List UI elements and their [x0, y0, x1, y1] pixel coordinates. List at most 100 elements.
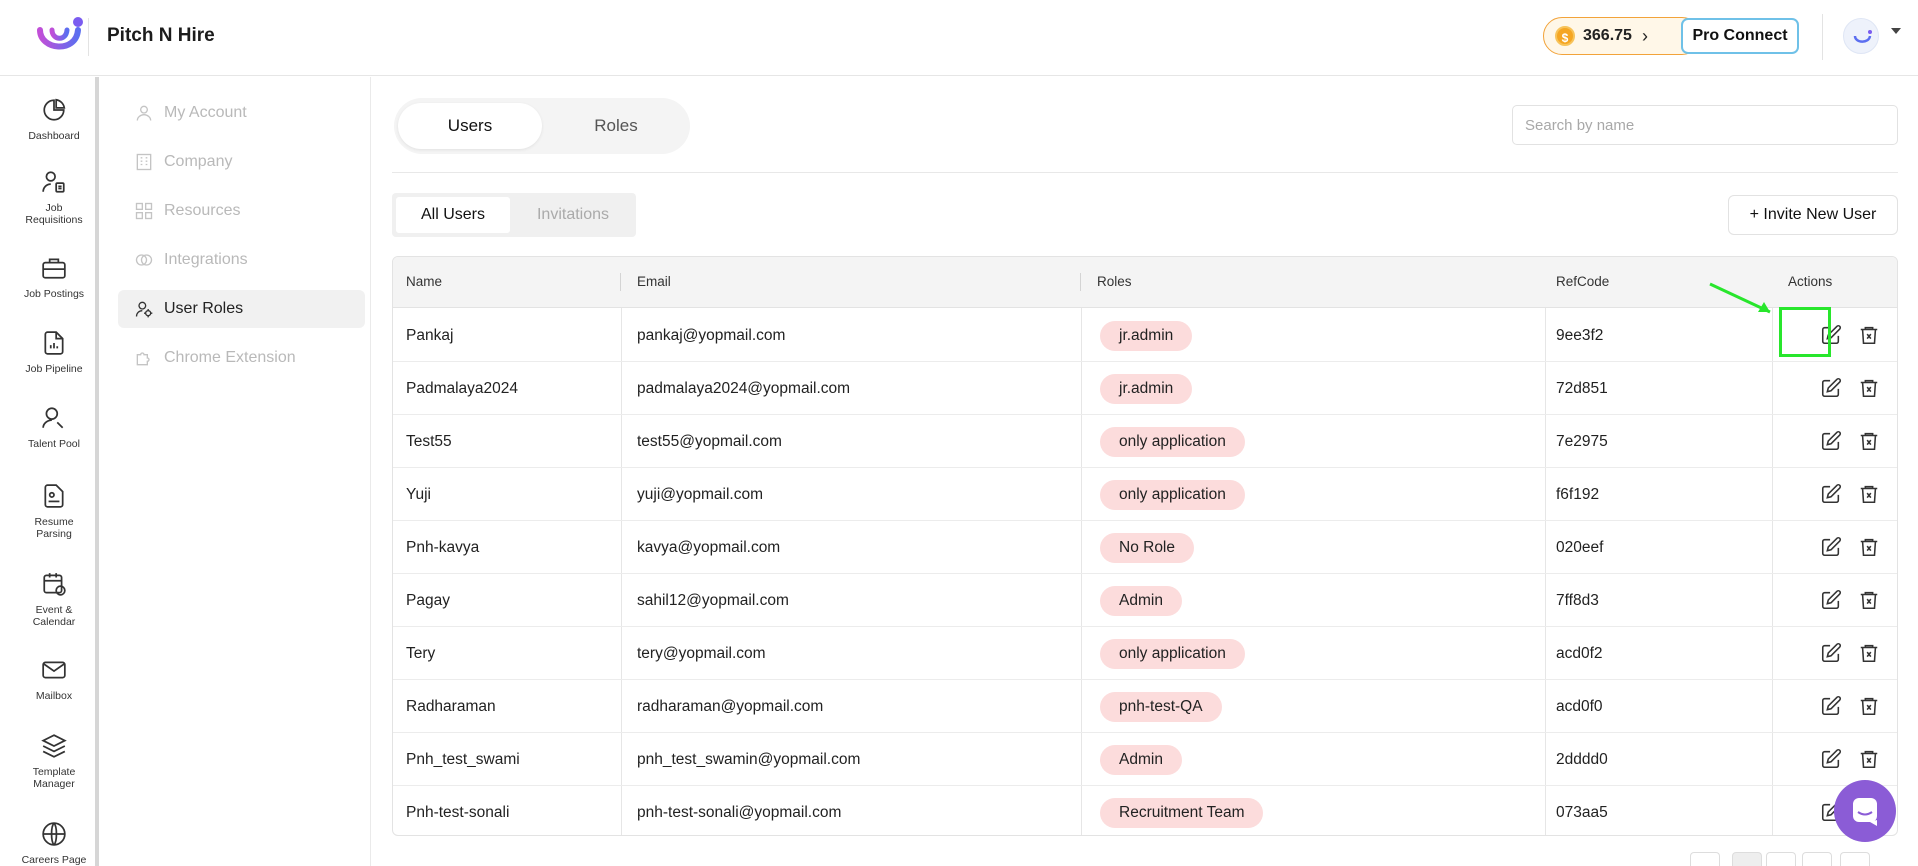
- edit-user-button[interactable]: [1820, 748, 1842, 770]
- column-separator: [1080, 273, 1081, 291]
- chevron-right-icon: ›: [1641, 26, 1648, 46]
- settings-item-my-account[interactable]: My Account: [118, 94, 365, 132]
- page-button[interactable]: [1766, 852, 1796, 866]
- credits-badge[interactable]: $ 366.75 ›: [1543, 17, 1701, 55]
- nav-careers-page[interactable]: Careers Page: [0, 821, 108, 866]
- subtab-invitations[interactable]: Invitations: [514, 197, 632, 233]
- table-row: Pagay sahil12@yopmail.com Admin 7ff8d3: [393, 574, 1897, 627]
- column-header-actions: Actions: [1788, 274, 1833, 289]
- delete-user-button[interactable]: [1858, 430, 1880, 452]
- role-badge: only application: [1100, 480, 1245, 510]
- subtab-all-users[interactable]: All Users: [396, 197, 510, 233]
- building-icon: [136, 153, 152, 171]
- annotation-highlight-box: [1779, 307, 1831, 357]
- cell-name: Test55: [406, 433, 452, 450]
- edit-user-button[interactable]: [1820, 483, 1842, 505]
- role-badge: only application: [1100, 427, 1245, 457]
- main-nav: Dashboard Job Requisitions Job Postings …: [0, 77, 98, 866]
- delete-user-button[interactable]: [1858, 324, 1880, 346]
- user-search-icon: [42, 407, 64, 429]
- cell-refcode: acd0f2: [1556, 645, 1603, 662]
- cell-name: Padmalaya2024: [406, 380, 519, 397]
- nav-resume-parsing[interactable]: Resume Parsing: [0, 483, 108, 540]
- delete-user-button[interactable]: [1858, 748, 1880, 770]
- cell-refcode: 7ff8d3: [1556, 592, 1599, 609]
- nav-job-pipeline[interactable]: Job Pipeline: [0, 330, 108, 375]
- nav-label: Template Manager: [32, 766, 76, 790]
- nav-mailbox[interactable]: Mailbox: [0, 657, 108, 702]
- edit-user-button[interactable]: [1820, 430, 1842, 452]
- delete-user-button[interactable]: [1858, 483, 1880, 505]
- settings-item-integrations[interactable]: Integrations: [118, 241, 365, 279]
- delete-icon: [1860, 644, 1878, 663]
- delete-icon: [1860, 697, 1878, 716]
- pro-connect-button[interactable]: Pro Connect: [1681, 18, 1799, 54]
- nav-label: Careers Page: [21, 854, 87, 866]
- settings-item-user-roles[interactable]: User Roles: [118, 290, 365, 328]
- settings-item-company[interactable]: Company: [118, 143, 365, 181]
- app-title: Pitch N Hire: [107, 25, 215, 46]
- delete-user-button[interactable]: [1858, 642, 1880, 664]
- cell-name: Pnh-kavya: [406, 539, 480, 556]
- edit-user-button[interactable]: [1820, 695, 1842, 717]
- delete-user-button[interactable]: [1858, 536, 1880, 558]
- logo-icon[interactable]: [36, 16, 84, 58]
- chat-button[interactable]: [1834, 780, 1896, 842]
- nav-job-postings[interactable]: Job Postings: [0, 255, 108, 300]
- avatar[interactable]: [1843, 18, 1879, 54]
- user-icon: [136, 105, 152, 121]
- cell-email: pankaj@yopmail.com: [637, 327, 786, 344]
- coin-icon: $: [1555, 26, 1575, 46]
- nav-scrollbar[interactable]: [95, 77, 99, 866]
- invite-new-user-button[interactable]: + Invite New User: [1728, 195, 1898, 235]
- nav-talent-pool[interactable]: Talent Pool: [0, 405, 108, 450]
- nav-template-manager[interactable]: Template Manager: [0, 733, 108, 790]
- table-row: Tery tery@yopmail.com only application acd0…: [393, 627, 1897, 680]
- cell-email: pnh-test-sonali@yopmail.com: [637, 804, 842, 821]
- page-button[interactable]: [1802, 852, 1832, 866]
- edit-user-button[interactable]: [1820, 536, 1842, 558]
- page-prev-button[interactable]: [1690, 852, 1720, 866]
- nav-job-requisitions[interactable]: Job Requisitions: [0, 169, 108, 226]
- edit-icon: [1821, 431, 1841, 451]
- cell-email: test55@yopmail.com: [637, 433, 782, 450]
- nav-label: Talent Pool: [28, 438, 80, 450]
- puzzle-icon: [136, 352, 150, 366]
- tab-roles[interactable]: Roles: [544, 103, 688, 149]
- layers-icon: [41, 734, 67, 758]
- delete-user-button[interactable]: [1858, 695, 1880, 717]
- main-content: Users Roles All Users Invitations + Invi…: [372, 77, 1918, 866]
- cell-email: yuji@yopmail.com: [637, 486, 763, 503]
- delete-user-button[interactable]: [1858, 377, 1880, 399]
- nav-event-calendar[interactable]: Event & Calendar: [0, 571, 108, 628]
- settings-item-resources[interactable]: Resources: [118, 192, 365, 230]
- delete-icon: [1860, 591, 1878, 610]
- search-input[interactable]: [1512, 105, 1898, 145]
- table-row: Pankaj pankaj@yopmail.com jr.admin 9ee3f2: [393, 309, 1897, 362]
- tab-users[interactable]: Users: [398, 103, 542, 149]
- page-next-button[interactable]: [1840, 852, 1870, 866]
- cell-email: tery@yopmail.com: [637, 645, 766, 662]
- calendar-icon: [43, 573, 66, 596]
- column-separator: [620, 273, 621, 291]
- delete-icon: [1860, 379, 1878, 398]
- delete-user-button[interactable]: [1858, 589, 1880, 611]
- cell-refcode: acd0f0: [1556, 698, 1603, 715]
- table-row: Pnh-test-sonali pnh-test-sonali@yopmail.c…: [393, 786, 1897, 835]
- nav-label: Resume Parsing: [34, 516, 74, 540]
- grid-icon: [135, 202, 153, 220]
- table-row: Pnh_test_swami pnh_test_swamin@yopmail.co…: [393, 733, 1897, 786]
- edit-user-button[interactable]: [1820, 377, 1842, 399]
- edit-user-button[interactable]: [1820, 642, 1842, 664]
- cell-email: sahil12@yopmail.com: [637, 592, 789, 609]
- nav-dashboard[interactable]: Dashboard: [0, 97, 108, 142]
- page-button[interactable]: [1732, 852, 1762, 866]
- cell-email: kavya@yopmail.com: [637, 539, 781, 556]
- settings-label: User Roles: [164, 300, 244, 317]
- column-header-refcode: RefCode: [1556, 274, 1610, 289]
- edit-user-button[interactable]: [1820, 589, 1842, 611]
- user-document-icon: [42, 171, 65, 193]
- settings-item-chrome-extension[interactable]: Chrome Extension: [118, 339, 365, 377]
- header-divider: [1822, 14, 1823, 60]
- chevron-down-icon[interactable]: [1891, 28, 1901, 34]
